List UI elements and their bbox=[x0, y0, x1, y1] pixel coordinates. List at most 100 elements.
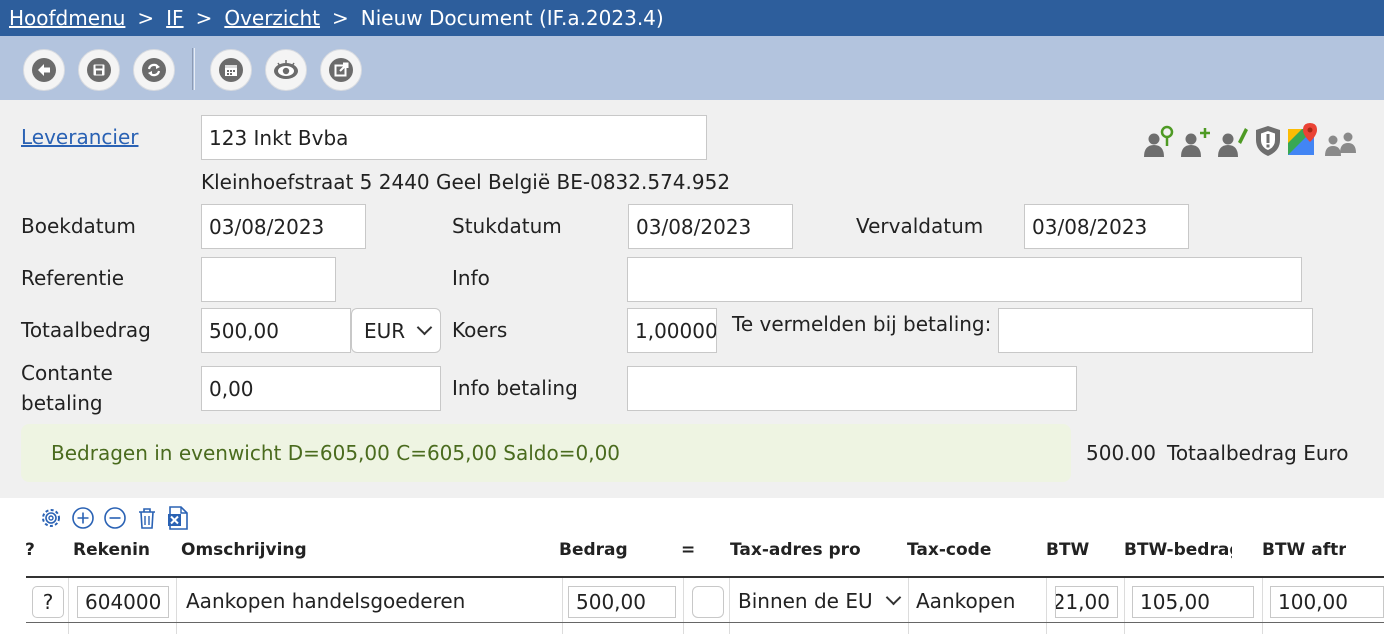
breadcrumb-separator: > bbox=[195, 6, 213, 30]
delete-button[interactable] bbox=[135, 506, 159, 530]
te-vermelden-input[interactable] bbox=[998, 308, 1313, 353]
te-vermelden-label: Te vermelden bij betaling: bbox=[732, 312, 992, 336]
map-icon[interactable] bbox=[1286, 122, 1320, 158]
settings-button[interactable] bbox=[39, 506, 63, 530]
col-header-bedrag[interactable]: Bedrag bbox=[559, 540, 659, 560]
grid-toolbar bbox=[26, 498, 206, 538]
column-divider bbox=[683, 578, 684, 634]
koers-input[interactable]: 1,000000 bbox=[627, 308, 717, 353]
excel-export-button[interactable] bbox=[167, 506, 189, 530]
column-divider bbox=[1262, 578, 1263, 634]
boekdatum-label: Boekdatum bbox=[21, 214, 136, 238]
refresh-button[interactable] bbox=[133, 49, 175, 91]
user-search-icon[interactable] bbox=[1142, 122, 1176, 158]
preview-button[interactable] bbox=[265, 49, 307, 91]
boekdatum-input[interactable]: 03/08/2023 bbox=[201, 204, 366, 249]
users-icon[interactable] bbox=[1323, 122, 1359, 158]
row-tax-adres-value[interactable]: Binnen de EU bbox=[738, 589, 873, 613]
row-help-button[interactable]: ? bbox=[32, 586, 64, 618]
currency-value: EUR bbox=[364, 318, 406, 343]
breadcrumb-overview-link[interactable]: Overzicht bbox=[224, 6, 320, 30]
column-divider bbox=[562, 578, 563, 634]
column-divider bbox=[1124, 578, 1125, 634]
chevron-down-icon bbox=[416, 319, 433, 336]
koers-label: Koers bbox=[452, 318, 508, 342]
referentie-input[interactable] bbox=[201, 257, 336, 302]
supplier-actions bbox=[1142, 120, 1359, 160]
vervaldatum-input[interactable]: 03/08/2023 bbox=[1024, 204, 1189, 249]
breadcrumb-current: Nieuw Document (IF.a.2023.4) bbox=[360, 6, 664, 30]
breadcrumb-module-link[interactable]: IF bbox=[166, 6, 183, 30]
col-header-btw-bedrag[interactable]: BTW-bedrag bbox=[1124, 540, 1232, 560]
supplier-link[interactable]: Leverancier bbox=[21, 125, 138, 149]
totaalbedrag-input[interactable]: 500,00 bbox=[201, 308, 351, 353]
balance-banner: Bedragen in evenwicht D=605,00 C=605,00 … bbox=[21, 424, 1071, 482]
col-header-btw-pct[interactable]: BTW % bbox=[1046, 540, 1091, 560]
stukdatum-input[interactable]: 03/08/2023 bbox=[628, 204, 793, 249]
calendar-button[interactable] bbox=[210, 49, 252, 91]
col-header-btw-aftrek[interactable]: BTW aftrek bbox=[1262, 540, 1346, 560]
col-header-omschrijving[interactable]: Omschrijving bbox=[181, 540, 381, 560]
preview-icon bbox=[274, 60, 298, 79]
stukdatum-label: Stukdatum bbox=[452, 214, 562, 238]
row-bedrag-input[interactable]: 500,00 bbox=[568, 586, 676, 618]
contante-input[interactable]: 0,00 bbox=[201, 366, 441, 411]
calendar-icon bbox=[219, 58, 243, 82]
col-header-help: ? bbox=[25, 540, 35, 560]
breadcrumb-home-link[interactable]: Hoofdmenu bbox=[9, 6, 125, 30]
toolbar-separator bbox=[192, 48, 195, 90]
add-row-button[interactable] bbox=[71, 506, 95, 530]
remove-row-icon bbox=[104, 507, 126, 529]
supplier-input[interactable]: 123 Inkt Bvba bbox=[201, 115, 707, 160]
row-btw-pct-input[interactable]: 21,00 bbox=[1055, 586, 1118, 618]
row-btw-aftrek-input[interactable]: 100,00 bbox=[1270, 586, 1384, 618]
supplier-address: Kleinhoefstraat 5 2440 Geel België BE-08… bbox=[201, 170, 731, 194]
breadcrumb-separator: > bbox=[332, 6, 349, 30]
referentie-label: Referentie bbox=[21, 266, 125, 290]
balance-message: Bedragen in evenwicht D=605,00 C=605,00 … bbox=[51, 441, 621, 465]
grid-header-divider bbox=[26, 576, 1384, 578]
grid-row-divider bbox=[26, 622, 1384, 623]
save-icon bbox=[87, 58, 111, 82]
info-betaling-input[interactable] bbox=[627, 366, 1077, 411]
back-button[interactable] bbox=[23, 49, 65, 91]
row-rekening-input[interactable]: 604000 bbox=[77, 586, 169, 618]
info-input[interactable] bbox=[627, 257, 1302, 302]
column-divider bbox=[1046, 578, 1047, 634]
row-tax-code[interactable]: Aankopen bbox=[916, 589, 1015, 613]
column-divider bbox=[176, 578, 177, 634]
breadcrumb: Hoofdmenu > IF > Overzicht > Nieuw Docum… bbox=[0, 0, 1384, 36]
refresh-icon bbox=[142, 58, 166, 82]
total-euro-label: Totaalbedrag Euro bbox=[1167, 441, 1349, 465]
back-icon bbox=[32, 58, 56, 82]
toolbar bbox=[0, 36, 1384, 100]
row-omschrijving[interactable]: Aankopen handelsgoederen bbox=[186, 589, 465, 613]
column-divider bbox=[908, 578, 909, 634]
open-external-icon bbox=[329, 58, 353, 82]
settings-icon bbox=[42, 509, 60, 527]
contante-label-line1: Contante bbox=[21, 361, 113, 385]
delete-icon bbox=[139, 508, 155, 529]
totaalbedrag-label: Totaalbedrag bbox=[21, 318, 151, 342]
user-edit-icon[interactable] bbox=[1216, 122, 1250, 158]
user-add-icon[interactable] bbox=[1179, 122, 1213, 158]
open-external-button[interactable] bbox=[320, 49, 362, 91]
column-divider bbox=[729, 578, 730, 634]
shield-icon[interactable] bbox=[1253, 122, 1283, 158]
excel-icon bbox=[168, 506, 188, 530]
row-equals-checkbox[interactable] bbox=[692, 586, 724, 618]
col-header-rekening[interactable]: Rekening bbox=[73, 540, 149, 560]
col-header-tax-adres[interactable]: Tax-adres pro bbox=[730, 540, 870, 560]
col-header-tax-code[interactable]: Tax-code bbox=[907, 540, 1027, 560]
remove-row-button[interactable] bbox=[103, 506, 127, 530]
add-row-icon bbox=[72, 507, 94, 529]
save-button[interactable] bbox=[78, 49, 120, 91]
breadcrumb-separator: > bbox=[137, 6, 155, 30]
row-btw-bedrag-input[interactable]: 105,00 bbox=[1132, 586, 1254, 618]
col-header-equals: = bbox=[681, 540, 696, 560]
info-label: Info bbox=[452, 266, 490, 290]
vervaldatum-label: Vervaldatum bbox=[856, 214, 984, 238]
column-divider bbox=[68, 578, 69, 634]
currency-select[interactable]: EUR bbox=[351, 308, 441, 353]
contante-label-line2: betaling bbox=[21, 391, 103, 415]
